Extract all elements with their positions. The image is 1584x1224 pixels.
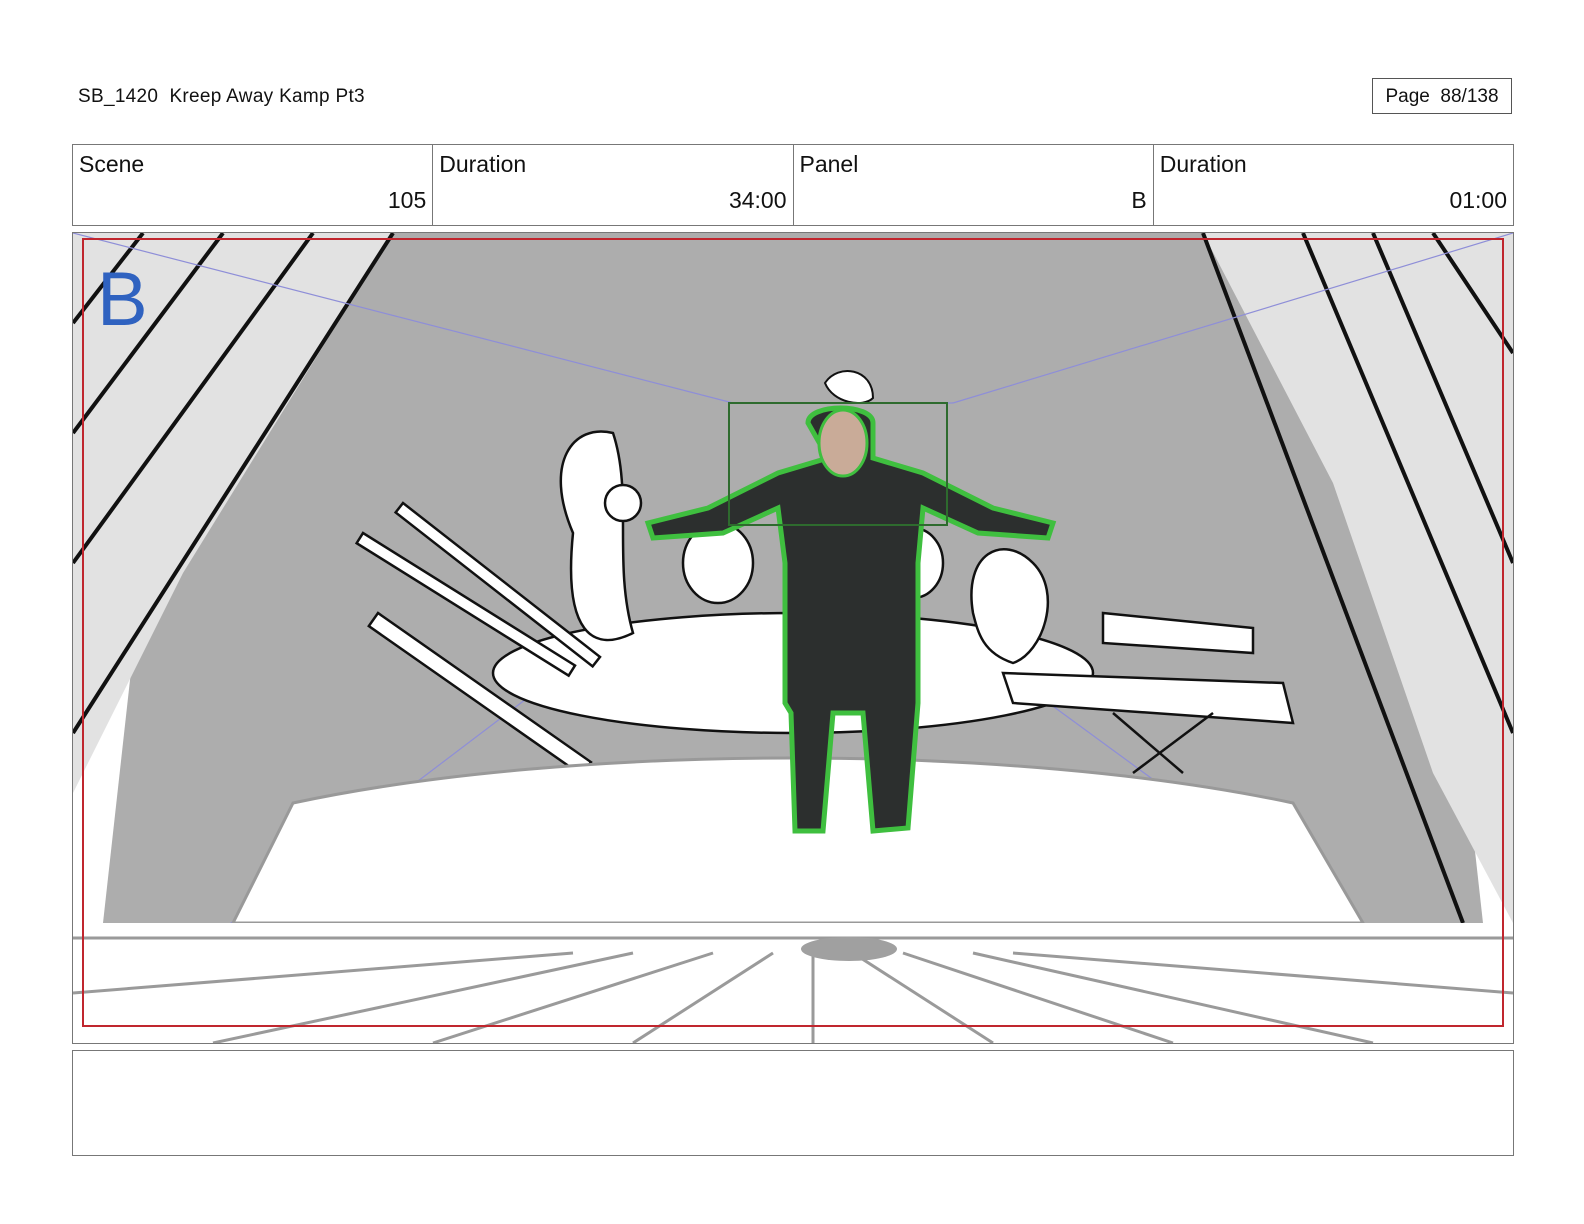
page-number-box: Page 88/138 [1372, 78, 1512, 114]
scene-cell: Scene 105 [73, 145, 434, 225]
scene-label: Scene [79, 151, 145, 177]
panel-value: B [1131, 187, 1147, 213]
notes-box [72, 1050, 1514, 1156]
scene-value: 105 [387, 187, 427, 213]
scene-duration-value: 34:00 [728, 187, 787, 213]
panel-duration-cell: Duration 01:00 [1154, 145, 1513, 225]
panel-cell: Panel B [794, 145, 1154, 225]
scene-info-table: Scene 105 Duration 34:00 Panel B Duratio… [72, 144, 1514, 226]
panel-duration-label: Duration [1159, 151, 1247, 177]
scene-duration-cell: Duration 34:00 [433, 145, 794, 225]
storyboard-panel: B [72, 232, 1514, 1044]
storyboard-title: SB_1420 Kreep Away Kamp Pt3 [78, 86, 365, 107]
scene-duration-label: Duration [439, 151, 527, 177]
character-shadow [801, 937, 897, 961]
panel-drawing: B [73, 233, 1513, 1043]
panel-label: Panel [799, 151, 859, 177]
panel-duration-value: 01:00 [1449, 187, 1507, 213]
panel-letter: B [97, 257, 148, 342]
